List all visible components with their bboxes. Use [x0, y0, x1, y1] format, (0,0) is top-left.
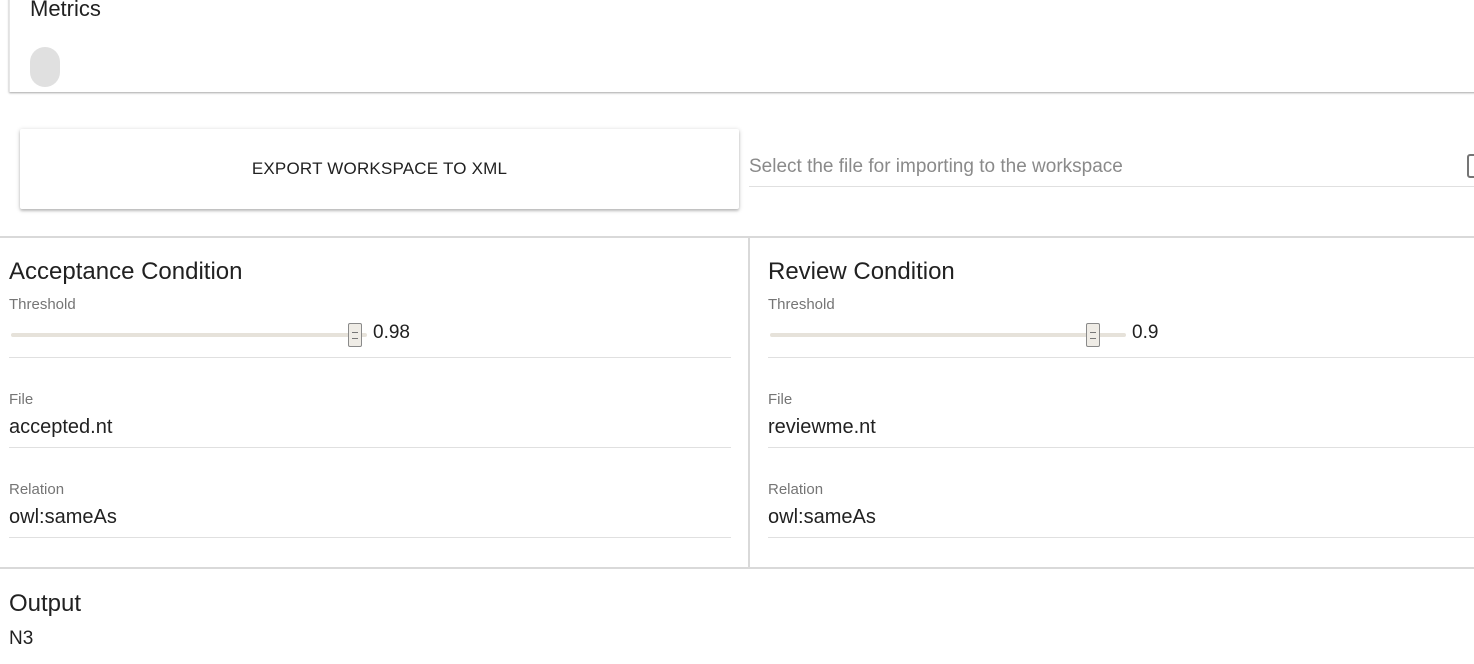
acceptance-threshold-track[interactable]: [11, 333, 367, 337]
export-workspace-button[interactable]: EXPORT WORKSPACE TO XML: [20, 129, 739, 209]
divider-vertical: [748, 238, 750, 568]
file-label: File: [9, 391, 34, 408]
acceptance-file-value: accepted.nt: [9, 416, 113, 438]
threshold-label: Threshold: [768, 296, 835, 313]
metrics-toggle[interactable]: [30, 47, 60, 87]
import-file-placeholder: Select the file for importing to the wor…: [749, 156, 1123, 177]
acceptance-relation-field[interactable]: owl:sameAs: [9, 500, 731, 538]
file-upload-icon[interactable]: [1467, 154, 1474, 178]
threshold-label: Threshold: [9, 296, 76, 313]
metrics-card: Metrics: [9, 0, 1474, 92]
acceptance-threshold-thumb[interactable]: [348, 323, 362, 347]
metrics-title: Metrics: [30, 0, 101, 21]
review-threshold-thumb[interactable]: [1086, 323, 1100, 347]
review-relation-value: owl:sameAs: [768, 506, 876, 528]
review-file-field[interactable]: reviewme.nt: [768, 410, 1474, 448]
acceptance-file-field[interactable]: accepted.nt: [9, 410, 731, 448]
review-condition-panel: Review Condition Threshold 0.9 File revi…: [768, 238, 1474, 567]
acceptance-relation-value: owl:sameAs: [9, 506, 117, 528]
acceptance-condition-title: Acceptance Condition: [9, 258, 243, 285]
acceptance-threshold-value: 0.98: [373, 322, 410, 343]
relation-label: Relation: [9, 481, 65, 498]
file-label: File: [768, 391, 793, 408]
review-condition-title: Review Condition: [768, 258, 955, 285]
divider: [0, 567, 1474, 569]
review-file-value: reviewme.nt: [768, 416, 876, 438]
acceptance-threshold-row: 0.98: [9, 318, 731, 358]
review-threshold-row: 0.9: [768, 318, 1474, 358]
review-relation-field[interactable]: owl:sameAs: [768, 500, 1474, 538]
output-title: Output: [9, 590, 82, 617]
acceptance-condition-panel: Acceptance Condition Threshold 0.98 File…: [9, 238, 731, 567]
relation-label: Relation: [768, 481, 824, 498]
output-format-value[interactable]: N3: [9, 628, 33, 650]
review-threshold-value: 0.9: [1132, 322, 1159, 343]
review-threshold-track[interactable]: [770, 333, 1126, 337]
import-file-field[interactable]: Select the file for importing to the wor…: [749, 148, 1474, 187]
